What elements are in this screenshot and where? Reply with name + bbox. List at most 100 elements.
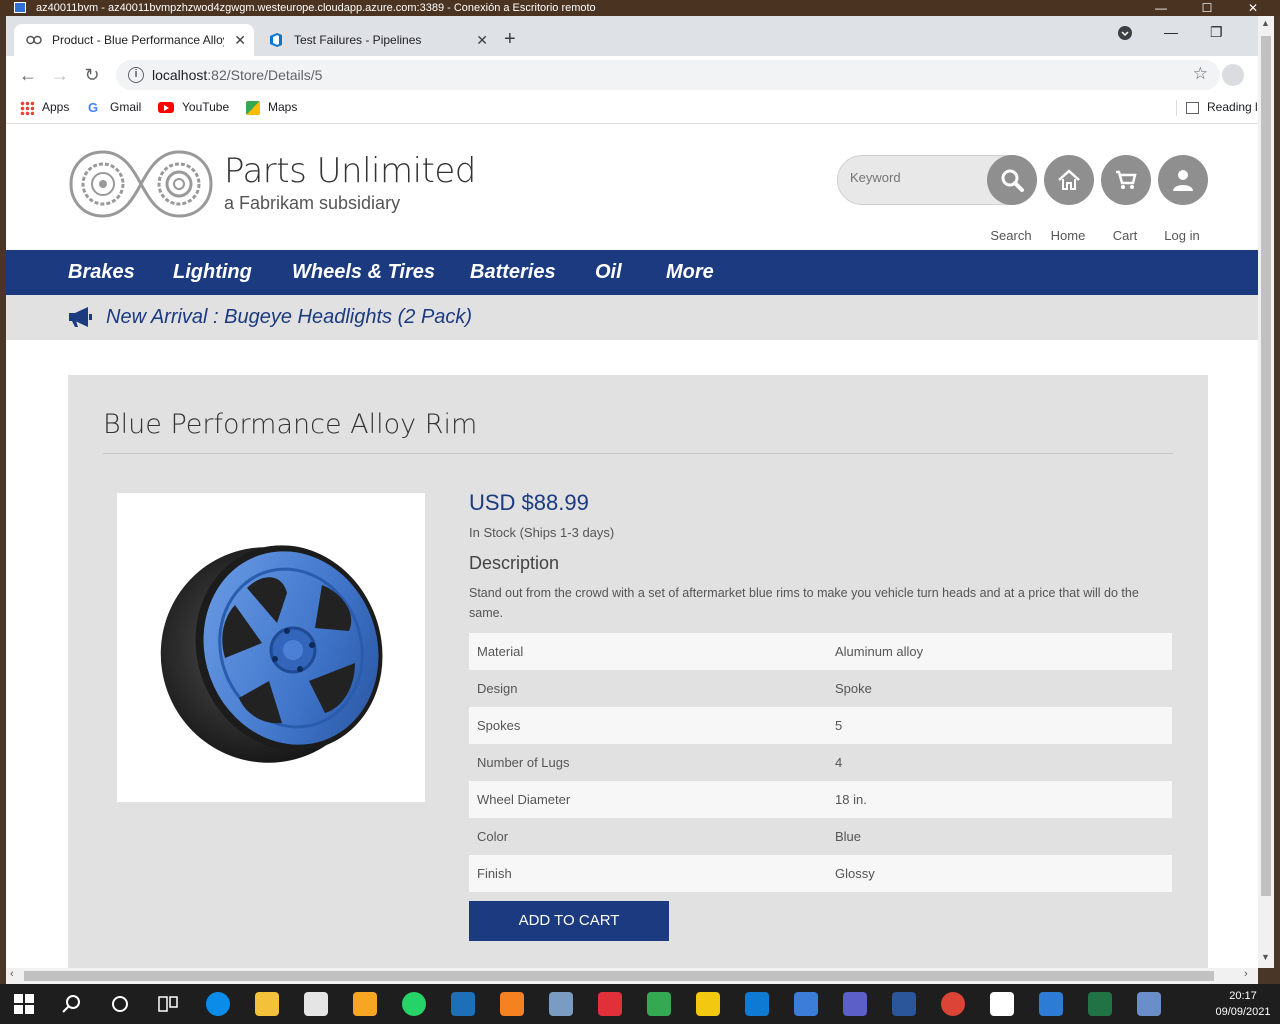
remote-desktop-icon[interactable] [1137, 992, 1161, 1016]
parts-unlimited-logo[interactable] [68, 149, 214, 219]
login-button[interactable] [1158, 155, 1208, 205]
teams-icon[interactable] [843, 992, 867, 1016]
reload-icon[interactable]: ↻ [80, 64, 104, 86]
site-header: Parts Unlimited a Fabrikam subsidiary Se… [6, 125, 1258, 250]
home-label[interactable]: Home [1038, 228, 1098, 243]
remote-app-icon[interactable] [1039, 992, 1063, 1016]
spec-value: Glossy [835, 866, 875, 881]
taskbar-clock[interactable]: 20:17 09/09/2021 [1210, 988, 1276, 1020]
nav-batteries[interactable]: Batteries [470, 250, 556, 295]
nav-more[interactable]: More [666, 250, 714, 295]
scroll-left-arrow-icon[interactable]: ‹ [10, 968, 14, 980]
stock-status: In Stock (Ships 1-3 days) [469, 525, 615, 540]
rdp-minimize-button[interactable]: — [1138, 0, 1184, 16]
bookmark-maps[interactable]: Maps [246, 94, 297, 120]
spec-value: 18 in. [835, 792, 867, 807]
bookmark-gmail[interactable]: G Gmail [88, 94, 141, 120]
scroll-right-arrow-icon[interactable]: › [1244, 968, 1248, 980]
search-input[interactable] [850, 170, 980, 185]
app-orange-icon[interactable] [500, 992, 524, 1016]
nav-lighting[interactable]: Lighting [173, 250, 252, 295]
cortana-icon[interactable] [108, 992, 132, 1016]
site-info-icon[interactable]: i [128, 67, 144, 83]
cart-label[interactable]: Cart [1095, 228, 1155, 243]
nav-wheels-tires[interactable]: Wheels & Tires [292, 250, 435, 295]
search-label[interactable]: Search [981, 228, 1041, 243]
whatsapp-icon[interactable] [402, 992, 426, 1016]
login-label[interactable]: Log in [1152, 228, 1212, 243]
tab-strip: Product - Blue Performance Alloy Rim ✕ T… [6, 16, 1258, 56]
spec-key: Color [477, 829, 509, 844]
task-view-icon[interactable] [156, 992, 180, 1016]
excel-icon[interactable] [1088, 992, 1112, 1016]
tab-product[interactable]: Product - Blue Performance Alloy Rim ✕ [14, 24, 254, 56]
horizontal-scrollbar[interactable]: ‹ › [6, 968, 1258, 984]
specs-table: Material Aluminum alloy Design Spoke Spoke… [469, 633, 1172, 892]
vscode-icon[interactable] [745, 992, 769, 1016]
product-price: USD $88.99 [469, 490, 589, 515]
back-arrow-icon[interactable]: ← [16, 64, 40, 86]
scroll-down-arrow-icon[interactable]: ▼ [1261, 952, 1270, 962]
scroll-thumb[interactable] [1261, 36, 1271, 896]
table-row: Color Blue [469, 818, 1172, 855]
tab-close-icon[interactable]: ✕ [476, 24, 488, 56]
word-icon[interactable] [892, 992, 916, 1016]
tab-test-failures[interactable]: Test Failures - Pipelines ✕ [256, 24, 496, 56]
address-bar[interactable]: i localhost:82/Store/Details/5 ☆ [116, 60, 1220, 90]
search-button[interactable] [987, 155, 1037, 205]
bookmark-youtube[interactable]: YouTube [158, 94, 229, 120]
store-icon[interactable] [304, 992, 328, 1016]
power-bi-icon[interactable] [696, 992, 720, 1016]
spec-value: Spoke [835, 681, 872, 696]
url-text[interactable]: localhost:82/Store/Details/5 [152, 60, 322, 90]
brand-name[interactable]: Parts Unlimited [224, 151, 476, 191]
browser-minimize-icon[interactable]: — [1164, 24, 1178, 40]
table-row: Number of Lugs 4 [469, 744, 1172, 781]
search-icon[interactable] [60, 992, 84, 1016]
chart-app-icon[interactable] [647, 992, 671, 1016]
paint-icon[interactable] [549, 992, 573, 1016]
rdp-restore-button[interactable]: ☐ [1184, 0, 1230, 16]
rdp-close-button[interactable]: ✕ [1230, 0, 1276, 16]
snipping-tool-icon[interactable] [598, 992, 622, 1016]
scroll-thumb[interactable] [24, 971, 1214, 981]
vmware-icon[interactable] [451, 992, 475, 1016]
nav-oil[interactable]: Oil [595, 250, 622, 295]
infinity-logo-icon [26, 35, 42, 45]
windows-taskbar: 20:17 09/09/2021 [0, 984, 1280, 1024]
profile-avatar-icon[interactable] [1222, 64, 1244, 86]
chrome-icon[interactable] [941, 992, 965, 1016]
file-explorer-icon[interactable] [255, 992, 279, 1016]
reading-list[interactable]: Reading l [1186, 94, 1258, 120]
spec-value: 4 [835, 755, 843, 770]
windows-start-icon[interactable] [12, 992, 36, 1016]
scroll-up-arrow-icon[interactable]: ▲ [1261, 18, 1270, 28]
bookmark-star-icon[interactable]: ☆ [1193, 64, 1208, 84]
network-app-icon[interactable] [794, 992, 818, 1016]
edge-icon[interactable] [206, 992, 230, 1016]
new-tab-button[interactable]: + [504, 28, 516, 50]
remote-desktop-icon [14, 2, 26, 13]
tab-search-icon[interactable] [1118, 26, 1132, 43]
tab-close-icon[interactable]: ✕ [234, 24, 246, 56]
promo-link[interactable]: New Arrival : Bugeye Headlights (2 Pack) [106, 295, 472, 340]
cart-button[interactable] [1101, 155, 1151, 205]
table-row: Material Aluminum alloy [469, 633, 1172, 670]
typora-icon[interactable] [990, 992, 1014, 1016]
forward-arrow-icon[interactable]: → [48, 64, 72, 86]
add-to-cart-button[interactable]: ADD TO CART [469, 901, 669, 941]
clock-time: 20:17 [1229, 990, 1257, 1002]
clock-date: 09/09/2021 [1215, 1006, 1271, 1018]
maps-icon [246, 100, 260, 115]
bookmark-apps[interactable]: Apps [20, 94, 69, 120]
table-row: Wheel Diameter 18 in. [469, 781, 1172, 818]
nav-brakes[interactable]: Brakes [68, 250, 135, 295]
page-viewport: Parts Unlimited a Fabrikam subsidiary Se… [6, 125, 1258, 968]
spec-key: Spokes [477, 718, 521, 733]
media-player-icon[interactable] [353, 992, 377, 1016]
browser-window: Product - Blue Performance Alloy Rim ✕ T… [6, 16, 1258, 984]
browser-restore-icon[interactable]: ❐ [1210, 24, 1223, 41]
blue-rim-wheel-image [160, 545, 383, 763]
home-button[interactable] [1044, 155, 1094, 205]
vertical-scrollbar[interactable]: ▲ ▼ [1258, 16, 1274, 968]
